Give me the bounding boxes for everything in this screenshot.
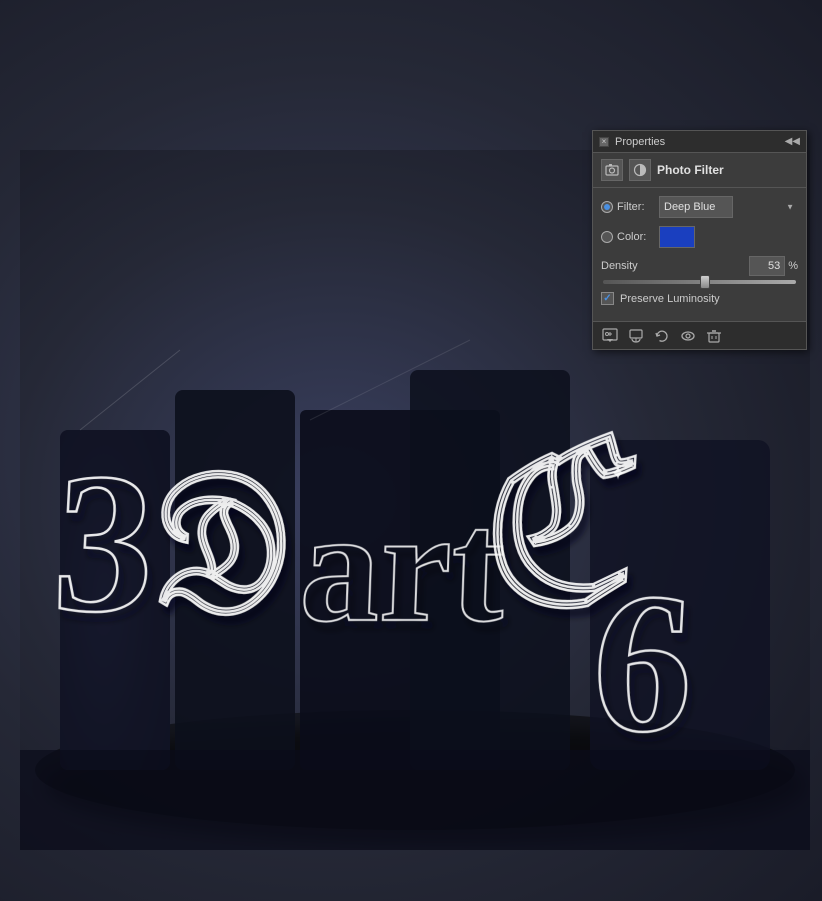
panel-header: Photo Filter (593, 153, 806, 188)
svg-text:✦: ✦ (610, 463, 627, 485)
panel-collapse-button[interactable]: ◀◀ (785, 136, 800, 147)
density-slider-track[interactable] (603, 280, 796, 284)
panel-title: Properties (609, 136, 785, 148)
panel-body: Filter: Deep Blue Color: Density % (593, 188, 806, 321)
density-row: Density % (601, 256, 798, 276)
svg-text:𝕯: 𝕯 (149, 433, 293, 654)
svg-text:6: 6 (587, 553, 699, 774)
filter-select-wrapper: Deep Blue (659, 196, 798, 218)
reset-button[interactable] (651, 326, 673, 346)
clip-layer-button[interactable] (625, 326, 647, 346)
panel-header-title: Photo Filter (657, 163, 798, 177)
density-input[interactable] (749, 256, 785, 276)
panel-toolbar (593, 321, 806, 349)
properties-panel: × Properties ◀◀ Photo Filter (592, 130, 807, 350)
adjustment-icon-button[interactable] (629, 159, 651, 181)
preserve-luminosity-label: Preserve Luminosity (620, 293, 720, 305)
density-slider-thumb[interactable] (700, 275, 710, 289)
add-adjustment-button[interactable] (599, 326, 621, 346)
color-row: Color: (601, 226, 798, 248)
filter-row: Filter: Deep Blue (601, 196, 798, 218)
color-radio-button[interactable] (601, 231, 613, 243)
filter-label: Filter: (617, 201, 655, 213)
color-label: Color: (617, 231, 655, 243)
filter-select[interactable]: Deep Blue (659, 196, 733, 218)
panel-titlebar: × Properties ◀◀ (593, 131, 806, 153)
panel-close-button[interactable]: × (599, 137, 609, 147)
layer-icon-button[interactable] (601, 159, 623, 181)
preserve-luminosity-checkbox[interactable] (601, 292, 614, 305)
preserve-luminosity-row: Preserve Luminosity (601, 292, 798, 305)
delete-button[interactable] (703, 326, 725, 346)
density-slider-row (601, 280, 798, 284)
svg-text:3: 3 (49, 433, 161, 654)
visibility-toggle-button[interactable] (677, 326, 699, 346)
density-unit: % (788, 260, 798, 272)
density-label: Density (601, 260, 651, 272)
color-swatch[interactable] (659, 226, 695, 248)
filter-radio-button[interactable] (601, 201, 613, 213)
